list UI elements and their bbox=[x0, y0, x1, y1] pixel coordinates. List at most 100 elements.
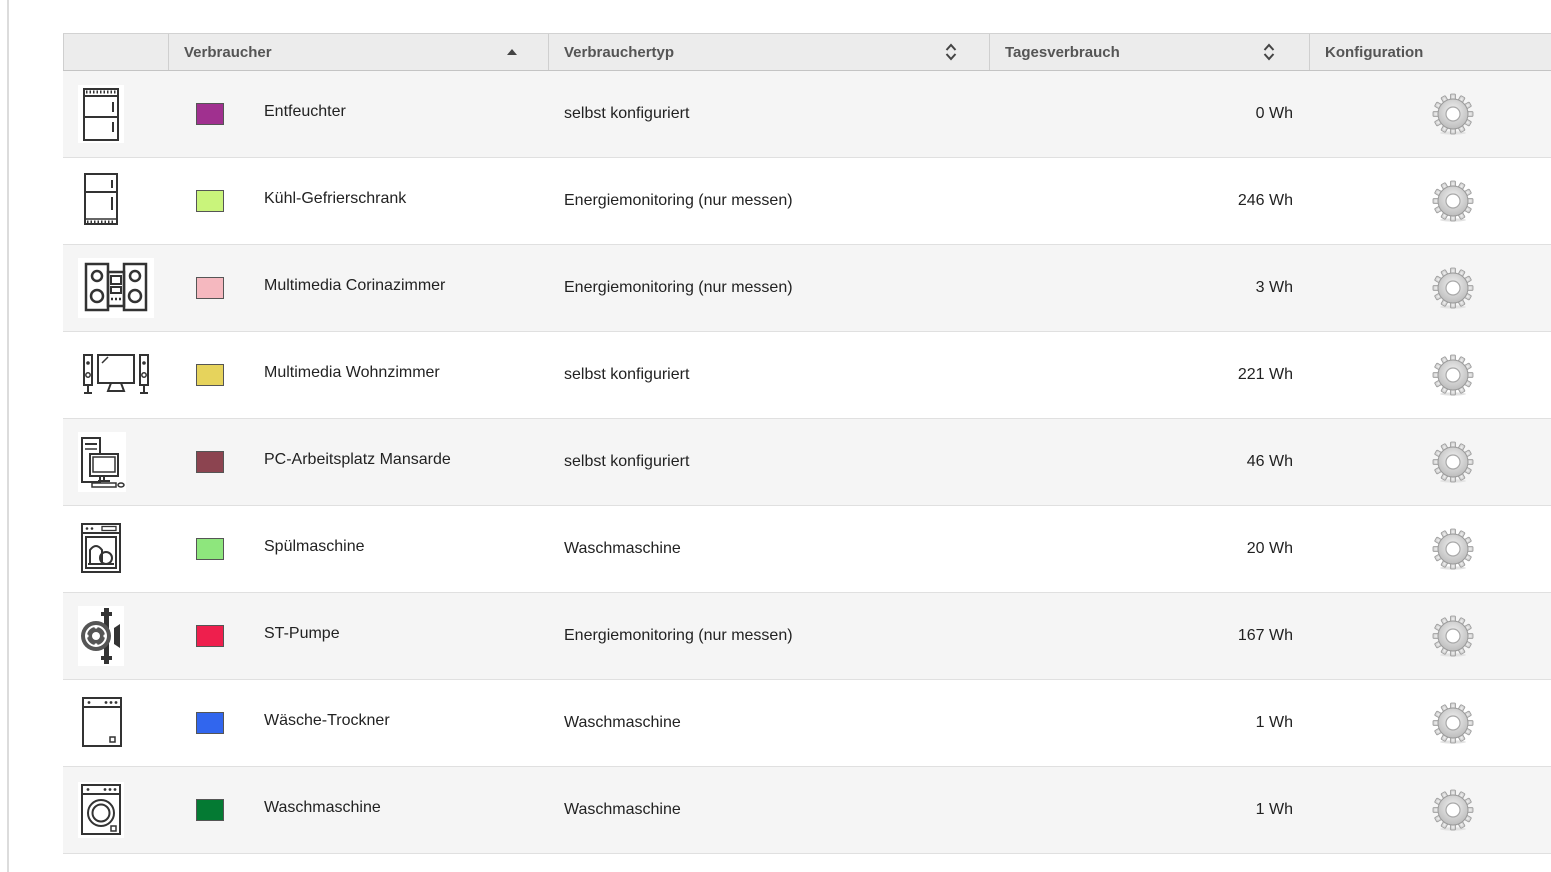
column-header-label: Tagesverbrauch bbox=[1005, 43, 1120, 61]
consumer-type: Energiemonitoring (nur messen) bbox=[564, 192, 793, 209]
consumer-name: Waschmaschine bbox=[264, 799, 381, 816]
stereo-system-icon bbox=[78, 255, 154, 321]
consumer-name: Spülmaschine bbox=[264, 538, 365, 555]
consumer-name: Multimedia Wohnzimmer bbox=[264, 364, 440, 381]
table-row[interactable]: Multimedia Corinazimmer Energiemonitoring… bbox=[63, 245, 1551, 332]
color-swatch[interactable] bbox=[196, 451, 224, 473]
table-row[interactable]: Multimedia Wohnzimmer selbst konfiguriert… bbox=[63, 332, 1551, 419]
consumer-type: Waschmaschine bbox=[564, 540, 681, 557]
gear-icon[interactable] bbox=[1431, 614, 1475, 658]
color-swatch[interactable] bbox=[196, 190, 224, 212]
consumer-cell: Waschmaschine bbox=[168, 767, 548, 853]
pump-icon bbox=[78, 603, 154, 669]
column-header-verbrauchertyp[interactable]: Verbrauchertyp bbox=[548, 34, 989, 70]
configuration-cell bbox=[1309, 506, 1551, 592]
consumer-name: Wäsche-Trockner bbox=[264, 712, 390, 729]
consumer-cell: Wäsche-Trockner bbox=[168, 680, 548, 766]
dryer-icon bbox=[78, 690, 154, 756]
pc-workstation-icon bbox=[78, 429, 154, 495]
gear-icon[interactable] bbox=[1431, 179, 1475, 223]
gear-icon[interactable] bbox=[1431, 701, 1475, 745]
table-row[interactable]: PC-Arbeitsplatz Mansarde selbst konfiguri… bbox=[63, 419, 1551, 506]
configuration-cell bbox=[1309, 767, 1551, 853]
dehumidifier-icon bbox=[78, 81, 154, 147]
configuration-cell bbox=[1309, 593, 1551, 679]
table-row[interactable]: Kühl-Gefrierschrank Energiemonitoring (nu… bbox=[63, 158, 1551, 245]
daily-consumption: 3 Wh bbox=[1255, 279, 1293, 296]
consumer-name: ST-Pumpe bbox=[264, 625, 340, 642]
table-row[interactable]: ST-Pumpe Energiemonitoring (nur messen) 16… bbox=[63, 593, 1551, 680]
configuration-cell bbox=[1309, 71, 1551, 157]
device-icon-cell bbox=[63, 680, 168, 766]
daily-consumption: 246 Wh bbox=[1237, 192, 1293, 209]
configuration-cell bbox=[1309, 158, 1551, 244]
sort-toggle-icon[interactable] bbox=[1259, 34, 1279, 70]
consumer-name: Kühl-Gefrierschrank bbox=[264, 190, 407, 207]
column-header-verbraucher[interactable]: Verbraucher bbox=[168, 34, 548, 70]
color-swatch[interactable] bbox=[196, 103, 224, 125]
consumer-type: selbst konfiguriert bbox=[564, 366, 690, 383]
washing-machine-icon bbox=[78, 777, 154, 843]
gear-icon[interactable] bbox=[1431, 440, 1475, 484]
device-icon-cell bbox=[63, 332, 168, 418]
tv-speakers-icon bbox=[78, 342, 154, 408]
sort-toggle-icon[interactable] bbox=[941, 34, 961, 70]
consumer-type: Energiemonitoring (nur messen) bbox=[564, 627, 793, 644]
table-row[interactable]: Spülmaschine Waschmaschine 20 Wh bbox=[63, 506, 1551, 593]
consumer-type: Waschmaschine bbox=[564, 801, 681, 818]
color-swatch[interactable] bbox=[196, 712, 224, 734]
consumer-cell: Spülmaschine bbox=[168, 506, 548, 592]
consumer-type: selbst konfiguriert bbox=[564, 105, 690, 122]
consumer-cell: PC-Arbeitsplatz Mansarde bbox=[168, 419, 548, 505]
consumer-cell: Multimedia Corinazimmer bbox=[168, 245, 548, 331]
consumer-cell: Kühl-Gefrierschrank bbox=[168, 158, 548, 244]
column-header-label: Verbraucher bbox=[184, 43, 272, 61]
gear-icon[interactable] bbox=[1431, 527, 1475, 571]
gear-icon[interactable] bbox=[1431, 266, 1475, 310]
daily-consumption: 46 Wh bbox=[1246, 453, 1293, 470]
consumer-type: selbst konfiguriert bbox=[564, 453, 690, 470]
consumer-cell: ST-Pumpe bbox=[168, 593, 548, 679]
color-swatch[interactable] bbox=[196, 277, 224, 299]
device-icon-cell bbox=[63, 158, 168, 244]
consumer-table: Verbraucher Verbrauchertyp Tagesverbrauc… bbox=[63, 33, 1551, 854]
configuration-cell bbox=[1309, 680, 1551, 766]
gear-icon[interactable] bbox=[1431, 92, 1475, 136]
consumer-type: Energiemonitoring (nur messen) bbox=[564, 279, 793, 296]
table-row[interactable]: Entfeuchter selbst konfiguriert 0 Wh bbox=[63, 71, 1551, 158]
column-header-label: Konfiguration bbox=[1325, 43, 1424, 61]
consumer-cell: Entfeuchter bbox=[168, 71, 548, 157]
table-row[interactable]: Wäsche-Trockner Waschmaschine 1 Wh bbox=[63, 680, 1551, 767]
sort-ascending-icon[interactable] bbox=[502, 34, 522, 70]
color-swatch[interactable] bbox=[196, 364, 224, 386]
fridge-freezer-icon bbox=[78, 168, 154, 234]
configuration-cell bbox=[1309, 419, 1551, 505]
color-swatch[interactable] bbox=[196, 538, 224, 560]
consumer-name: Entfeuchter bbox=[264, 103, 346, 120]
device-icon-cell bbox=[63, 506, 168, 592]
configuration-cell bbox=[1309, 332, 1551, 418]
device-icon-cell bbox=[63, 593, 168, 679]
column-header-tagesverbrauch[interactable]: Tagesverbrauch bbox=[989, 34, 1309, 70]
consumer-cell: Multimedia Wohnzimmer bbox=[168, 332, 548, 418]
configuration-cell bbox=[1309, 245, 1551, 331]
column-header-konfiguration: Konfiguration bbox=[1309, 34, 1551, 70]
daily-consumption: 20 Wh bbox=[1246, 540, 1293, 557]
daily-consumption: 1 Wh bbox=[1255, 801, 1293, 818]
color-swatch[interactable] bbox=[196, 625, 224, 647]
device-icon-cell bbox=[63, 71, 168, 157]
daily-consumption: 1 Wh bbox=[1255, 714, 1293, 731]
device-icon-cell bbox=[63, 767, 168, 853]
daily-consumption: 0 Wh bbox=[1255, 105, 1293, 122]
left-border bbox=[7, 0, 9, 872]
column-header-label: Verbrauchertyp bbox=[564, 43, 675, 61]
consumer-name: Multimedia Corinazimmer bbox=[264, 277, 446, 294]
color-swatch[interactable] bbox=[196, 799, 224, 821]
table-row[interactable]: Waschmaschine Waschmaschine 1 Wh bbox=[63, 767, 1551, 854]
consumer-name: PC-Arbeitsplatz Mansarde bbox=[264, 451, 451, 468]
gear-icon[interactable] bbox=[1431, 353, 1475, 397]
column-header-icon bbox=[63, 34, 168, 70]
gear-icon[interactable] bbox=[1431, 788, 1475, 832]
consumer-type: Waschmaschine bbox=[564, 714, 681, 731]
daily-consumption: 167 Wh bbox=[1237, 627, 1293, 644]
